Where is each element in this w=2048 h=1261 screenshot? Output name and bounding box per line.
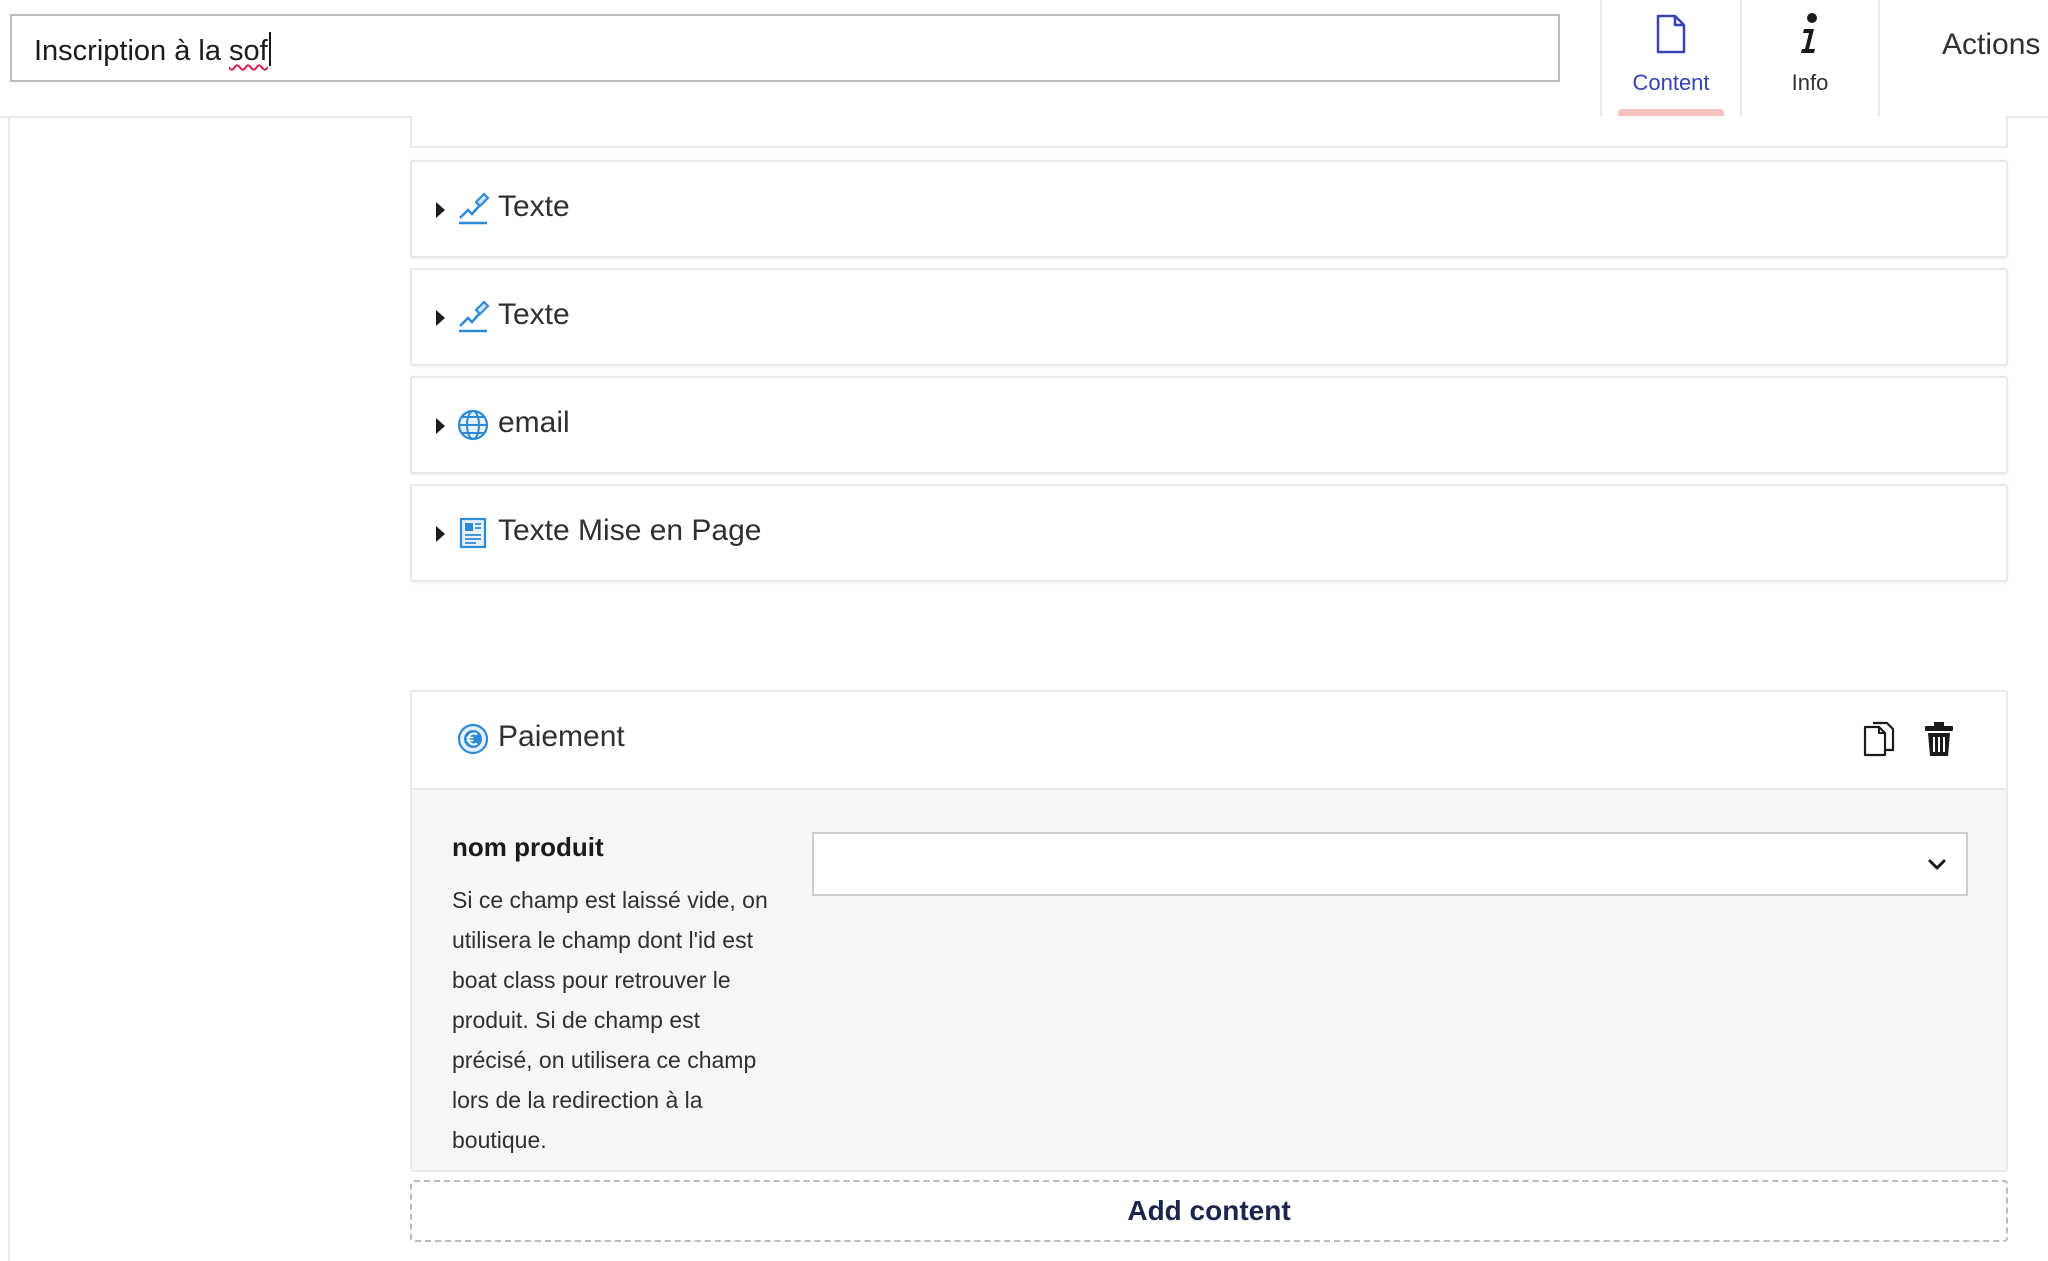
block-header[interactable]: Paiement [412,692,2006,790]
caret-right-icon[interactable] [436,418,445,434]
block-label: email [498,406,570,439]
block-item-expanded: Paiement nom produit Si ce champ est lai… [410,690,2008,1172]
property-label: nom produit [452,832,604,862]
block-label: Texte [498,190,570,223]
layout-icon [459,517,487,549]
tab-info[interactable]: Info [1740,0,1880,116]
product-name-select[interactable] [812,832,1968,896]
block-item[interactable]: email [410,376,2008,474]
content-name-input[interactable] [12,16,1558,80]
caret-right-icon[interactable] [436,526,445,542]
property-description: Si ce champ est laissé vide, on utiliser… [452,887,768,1153]
editor-header: Inscription à la sof Content Info Action… [0,0,2048,118]
document-icon [1656,10,1686,58]
tab-info-label: Info [1791,70,1829,95]
caret-right-icon[interactable] [436,310,445,326]
copy-icon[interactable] [1862,720,1896,758]
edit-text-icon [459,300,490,333]
block-item[interactable]: Texte [410,160,2008,258]
block-label: Texte Mise en Page [498,514,762,547]
block-stub [410,116,2008,148]
euro-icon [457,723,489,755]
block-item[interactable]: Texte [410,268,2008,366]
edit-text-icon [459,192,490,225]
actions-button[interactable]: Actions [1942,28,2040,62]
block-tools [1862,720,1956,758]
block-label: Paiement [498,720,625,753]
caret-right-icon[interactable] [436,202,445,218]
product-name-dropdown[interactable] [814,834,1966,894]
globe-icon [457,409,489,441]
block-item[interactable]: Texte Mise en Page [410,484,2008,582]
content-name-field[interactable]: Inscription à la sof [10,14,1560,82]
tab-content-label: Content [1632,70,1710,95]
editor-tabs: Content Info [1600,0,1880,116]
add-content-button[interactable]: Add content [410,1180,2008,1242]
tab-content[interactable]: Content [1600,0,1740,116]
trash-icon[interactable] [1922,720,1956,758]
info-icon [1798,10,1822,58]
block-label: Texte [498,298,570,331]
left-pane [0,118,10,1261]
